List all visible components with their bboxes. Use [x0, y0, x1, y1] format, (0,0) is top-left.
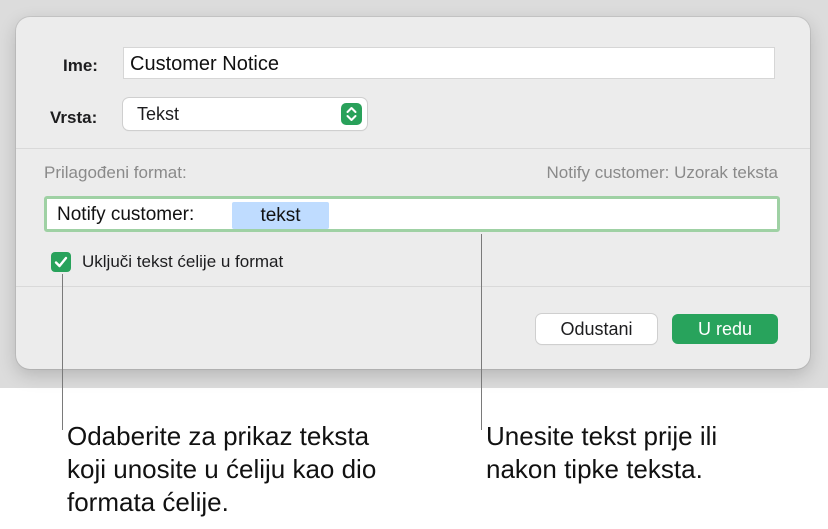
callout-left-line-1: Odaberite za prikaz teksta — [67, 421, 370, 451]
format-preview: Notify customer: Uzorak teksta — [546, 163, 778, 182]
name-label: Ime: — [63, 56, 98, 75]
custom-format-dialog: Ime: Customer Notice Vrsta: Tekst Prilag… — [16, 17, 810, 369]
callout-left-text: Odaberite za prikaz teksta koji unosite … — [67, 420, 376, 519]
include-cell-text-label: Uključi tekst ćelije u format — [82, 252, 284, 271]
type-select-value: Tekst — [137, 104, 180, 124]
callout-right-line-1: Unesite tekst prije ili — [486, 421, 718, 451]
callout-right-line-2: nakon tipke teksta. — [486, 454, 703, 484]
type-select[interactable]: Tekst — [123, 98, 367, 130]
checkmark-icon — [54, 256, 68, 268]
custom-format-field[interactable]: Notify customer: tekst — [44, 196, 780, 232]
callout-right-text: Unesite tekst prije ili nakon tipke teks… — [486, 420, 717, 486]
ok-button[interactable]: U redu — [672, 314, 778, 344]
callout-left-line-3: formata ćelije. — [67, 487, 229, 517]
text-token[interactable]: tekst — [232, 202, 329, 229]
callout-left-line-2: koji unosite u ćeliju kao dio — [67, 454, 377, 484]
type-label: Vrsta: — [50, 108, 98, 127]
callout-line-right — [481, 234, 482, 430]
custom-format-label: Prilagođeni format: — [44, 163, 187, 182]
format-prefix-text: Notify customer: — [57, 204, 195, 225]
cancel-button[interactable]: Odustani — [536, 314, 657, 344]
name-input[interactable]: Customer Notice — [123, 47, 775, 79]
divider — [16, 148, 810, 149]
chevron-up-down-icon — [341, 103, 362, 125]
divider — [16, 286, 810, 287]
callout-line-left — [62, 274, 63, 430]
include-cell-text-checkbox[interactable] — [51, 252, 71, 272]
